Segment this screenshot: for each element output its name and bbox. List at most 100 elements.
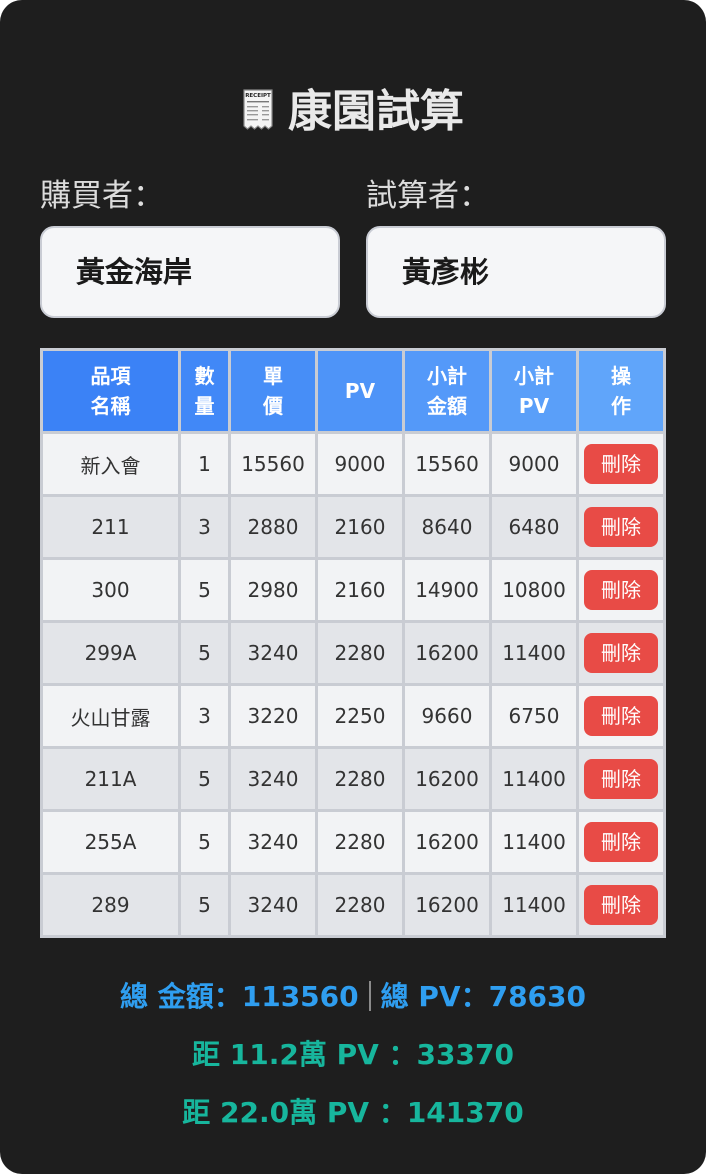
delete-button[interactable]: 刪除 xyxy=(584,759,658,799)
action-cell: 刪除 xyxy=(579,560,663,620)
column-header-item-name: 品項 名稱 xyxy=(43,351,178,431)
column-header-quantity: 數量 xyxy=(181,351,228,431)
table-row: 300 5 2980 2160 14900 10800 刪除 xyxy=(43,560,663,620)
column-header-line: 數 xyxy=(194,364,215,388)
column-header-line: 量 xyxy=(194,394,215,418)
gap-summary-1: 距 11.2萬 PV ：33370 xyxy=(0,1035,706,1075)
gap1-value: 33370 xyxy=(416,1038,514,1071)
table-row: 火山甘露 3 3220 2250 9660 6750 刪除 xyxy=(43,686,663,746)
item-name-cell: 289 xyxy=(43,875,178,935)
column-header-line: 名稱 xyxy=(90,394,131,418)
item-name-cell: 新入會 xyxy=(43,434,178,494)
column-header-subtotal-pv: 小計 PV xyxy=(492,351,576,431)
column-header-line: 品項 xyxy=(90,364,131,388)
total-amount-label: 總 金額： xyxy=(119,980,242,1013)
item-name-cell: 211 xyxy=(43,497,178,557)
items-table: 品項 名稱數量單價 PV 小計 金額 小計 PV 操作 新入會 1 15560 9000 15560 9… xyxy=(40,348,666,938)
column-header-line: 操 xyxy=(611,364,631,388)
delete-button[interactable]: 刪除 xyxy=(584,570,658,610)
pv-cell: 2250 xyxy=(318,686,402,746)
item-name-cell: 299A xyxy=(43,623,178,683)
table-row: 299A 5 3240 2280 16200 11400 刪除 xyxy=(43,623,663,683)
item-name-cell: 300 xyxy=(43,560,178,620)
item-name-cell: 火山甘露 xyxy=(43,686,178,746)
item-name-cell: 255A xyxy=(43,812,178,872)
subtotal-amount-cell: 16200 xyxy=(405,812,489,872)
quantity-cell: 5 xyxy=(181,560,228,620)
pv-cell: 2280 xyxy=(318,623,402,683)
column-header-line: 價 xyxy=(263,394,283,418)
unit-price-cell: 3240 xyxy=(231,812,315,872)
subtotal-amount-cell: 16200 xyxy=(405,875,489,935)
total-pv-value: 78630 xyxy=(488,980,587,1013)
action-cell: 刪除 xyxy=(579,686,663,746)
total-pv-label: 總 PV： xyxy=(380,980,489,1013)
table-row: 255A 5 3240 2280 16200 11400 刪除 xyxy=(43,812,663,872)
column-header-action: 操作 xyxy=(579,351,663,431)
receipt-icon-text: RECEIPT xyxy=(245,93,271,99)
total-amount-value: 113560 xyxy=(241,980,359,1013)
action-cell: 刪除 xyxy=(579,623,663,683)
action-cell: 刪除 xyxy=(579,434,663,494)
unit-price-cell: 3240 xyxy=(231,875,315,935)
subtotal-amount-cell: 9660 xyxy=(405,686,489,746)
column-header-subtotal-amount: 小計 金額 xyxy=(405,351,489,431)
item-name-cell: 211A xyxy=(43,749,178,809)
unit-price-cell: 15560 xyxy=(231,434,315,494)
pv-cell: 2160 xyxy=(318,497,402,557)
subtotal-pv-cell: 11400 xyxy=(492,749,576,809)
buyer-field[interactable]: 黃金海岸 xyxy=(40,226,340,318)
column-header-line: 小計 xyxy=(427,364,467,388)
gap1-label: 距 11.2萬 PV ： xyxy=(192,1038,417,1071)
gap2-value: 141370 xyxy=(406,1096,524,1129)
table-body: 新入會 1 15560 9000 15560 9000 刪除 211 3 2880 2160 8640… xyxy=(43,434,663,935)
table-header-row: 品項 名稱數量單價 PV 小計 金額 小計 PV 操作 xyxy=(43,351,663,431)
quantity-cell: 5 xyxy=(181,623,228,683)
column-header-line: 單 xyxy=(263,364,283,388)
quantity-cell: 5 xyxy=(181,749,228,809)
receipt-icon: RECEIPT xyxy=(242,88,274,144)
subtotal-amount-cell: 15560 xyxy=(405,434,489,494)
delete-button[interactable]: 刪除 xyxy=(584,444,658,484)
table-row: 211 3 2880 2160 8640 6480 刪除 xyxy=(43,497,663,557)
delete-button[interactable]: 刪除 xyxy=(584,822,658,862)
delete-button[interactable]: 刪除 xyxy=(584,885,658,925)
quantity-cell: 5 xyxy=(181,875,228,935)
column-header-line: PV xyxy=(518,394,550,418)
page-title: RECEIPT 康園試算 xyxy=(0,84,706,144)
table-row: 新入會 1 15560 9000 15560 9000 刪除 xyxy=(43,434,663,494)
column-header-unit-price: 單價 xyxy=(231,351,315,431)
column-header-pv: PV xyxy=(318,351,402,431)
quantity-cell: 5 xyxy=(181,812,228,872)
subtotal-amount-cell: 8640 xyxy=(405,497,489,557)
pv-cell: 2280 xyxy=(318,812,402,872)
quantity-cell: 1 xyxy=(181,434,228,494)
delete-button[interactable]: 刪除 xyxy=(584,633,658,673)
action-cell: 刪除 xyxy=(579,497,663,557)
unit-price-cell: 3240 xyxy=(231,623,315,683)
subtotal-pv-cell: 11400 xyxy=(492,623,576,683)
subtotal-amount-cell: 16200 xyxy=(405,623,489,683)
column-header-line: PV xyxy=(344,379,376,403)
delete-button[interactable]: 刪除 xyxy=(584,696,658,736)
delete-button[interactable]: 刪除 xyxy=(584,507,658,547)
calculator-label: 試算者： xyxy=(366,178,490,214)
quantity-cell: 3 xyxy=(181,686,228,746)
pv-cell: 2280 xyxy=(318,875,402,935)
subtotal-pv-cell: 10800 xyxy=(492,560,576,620)
subtotal-pv-cell: 11400 xyxy=(492,812,576,872)
quantity-cell: 3 xyxy=(181,497,228,557)
action-cell: 刪除 xyxy=(579,875,663,935)
calculator-field[interactable]: 黃彥彬 xyxy=(366,226,666,318)
unit-price-cell: 2880 xyxy=(231,497,315,557)
gap-summary-2: 距 22.0萬 PV ：141370 xyxy=(0,1093,706,1133)
table-row: 289 5 3240 2280 16200 11400 刪除 xyxy=(43,875,663,935)
subtotal-amount-cell: 16200 xyxy=(405,749,489,809)
calculator-panel: RECEIPT 康園試算 購買者： 黃金海岸 試算者： 黃彥彬 品項 名稱 數 … xyxy=(0,0,706,1174)
unit-price-cell: 3240 xyxy=(231,749,315,809)
pv-cell: 9000 xyxy=(318,434,402,494)
summary-divider xyxy=(368,981,371,1011)
column-header-line: 小計 xyxy=(514,364,554,388)
subtotal-pv-cell: 6750 xyxy=(492,686,576,746)
gap2-label: 距 22.0萬 PV ： xyxy=(182,1096,407,1129)
